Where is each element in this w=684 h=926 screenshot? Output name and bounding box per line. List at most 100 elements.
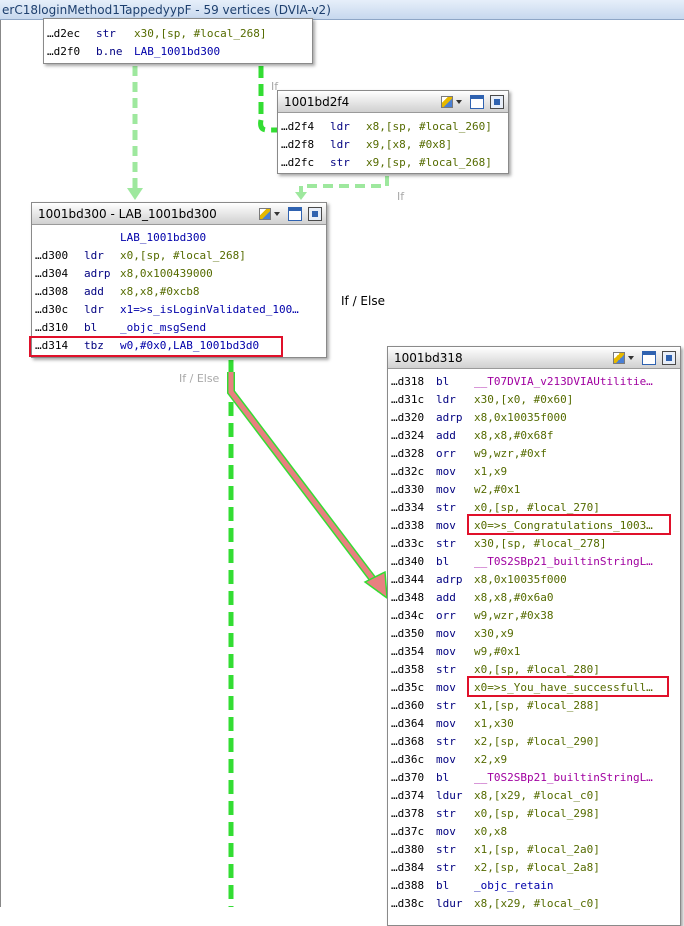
asm-mnemonic: mov [436,465,456,478]
block-header: 1001bd2f4 [278,91,508,113]
window-title: erC18loginMethod1TappedyypF - 59 vertice… [2,3,331,17]
asm-row[interactable]: …d368 str x2,[sp, #local_290] [388,733,680,751]
asm-address: …d30c [35,303,69,316]
asm-address: …d388 [391,879,425,892]
asm-operands: x8,[sp, #local_260] [366,120,492,133]
asm-row[interactable]: …d324 add x8,x8,#0x68f [388,427,680,445]
asm-mnemonic: ldur [436,897,463,910]
asm-operands: x2,x9 [474,753,508,766]
block-title: 1001bd2f4 [284,95,350,109]
edge-label-if-else-2: If / Else [179,372,220,385]
asm-mnemonic: adrp [436,573,463,586]
asm-row[interactable]: …d2f4 ldr x8,[sp, #local_260] [278,118,508,136]
edit-block-icon[interactable] [440,95,464,109]
asm-row[interactable]: …d344 adrp x8,0x10035f000 [388,571,680,589]
asm-operands: x30,[sp, #local_268] [134,27,267,40]
asm-mnemonic: str [330,156,350,169]
edge-b2f4-to-b300-arrow [295,192,307,200]
asm-row[interactable]: …d340 bl __T0S2SBp21_builtinStringL… [388,553,680,571]
asm-row[interactable]: …d32c mov x1,x9 [388,463,680,481]
asm-address: …d348 [391,591,425,604]
asm-address: …d364 [391,717,425,730]
code-block-1001bd318[interactable]: 1001bd318 …d318 bl __T07DVIA_v213DVIAUtili… [387,346,681,926]
asm-row[interactable]: …d2f8 ldr x9,[x8, #0x8] [278,136,508,154]
asm-mnemonic: add [84,285,104,298]
asm-row[interactable]: …d310 bl _objc_msgSend [32,319,326,337]
asm-mnemonic: bl [436,375,450,388]
asm-row[interactable]: …d384 str x2,[sp, #local_2a8] [388,859,680,877]
asm-address: …d2ec [47,27,81,40]
asm-row[interactable]: …d378 str x0,[sp, #local_298] [388,805,680,823]
asm-address: …d33c [391,537,425,550]
asm-row[interactable]: …d380 str x1,[sp, #local_2a0] [388,841,680,859]
asm-address: …d370 [391,771,425,784]
asm-row[interactable]: …d318 bl __T07DVIA_v213DVIAUtilitie… [388,373,680,391]
asm-operands: _objc_retain [474,879,554,892]
asm-mnemonic: ldur [436,789,463,802]
asm-row[interactable]: …d350 mov x30,x9 [388,625,680,643]
asm-mnemonic: mov [436,717,456,730]
asm-mnemonic: orr [436,447,456,460]
asm-operands: x1,x9 [474,465,508,478]
asm-mnemonic: str [436,537,456,550]
asm-row[interactable]: …d388 bl _objc_retain [388,877,680,895]
asm-address: …d34c [391,609,425,622]
code-block-top[interactable]: …d2ec str x30,[sp, #local_268] …d2f0 b.n… [43,18,313,64]
asm-address: …d328 [391,447,425,460]
asm-row[interactable]: …d38c ldur x8,[x29, #local_c0] [388,895,680,913]
asm-row[interactable]: …d320 adrp x8,0x10035f000 [388,409,680,427]
asm-row[interactable]: …d304 adrp x8,0x100439000 [32,265,326,283]
asm-row[interactable]: …d2fc str x9,[sp, #local_268] [278,154,508,172]
asm-address: …d340 [391,555,425,568]
edit-block-icon[interactable] [612,351,636,365]
asm-address: …d380 [391,843,425,856]
window-icon[interactable] [288,207,302,221]
asm-address: …d358 [391,663,425,676]
asm-row[interactable]: …d348 add x8,x8,#0x6a0 [388,589,680,607]
asm-operands: x9,[sp, #local_268] [366,156,492,169]
asm-row[interactable]: …d360 str x1,[sp, #local_288] [388,697,680,715]
function-graph-canvas[interactable]: If If If / Else If / Else …d2ec str x30,… [0,18,684,926]
asm-operands: __T0S2SBp21_builtinStringL… [474,771,653,784]
asm-row[interactable]: …d374 ldur x8,[x29, #local_c0] [388,787,680,805]
asm-row[interactable]: …d328 orr w9,wzr,#0xf [388,445,680,463]
asm-row[interactable]: …d31c ldr x30,[x0, #0x60] [388,391,680,409]
asm-row[interactable]: …d36c mov x2,x9 [388,751,680,769]
asm-operands: x8,x8,#0xcb8 [120,285,200,298]
asm-address: …d2fc [281,156,315,169]
asm-row[interactable]: …d300 ldr x0,[sp, #local_268] [32,247,326,265]
code-block-1001bd300[interactable]: 1001bd300 - LAB_1001bd300 LAB_1001bd300 … [31,202,327,358]
asm-row[interactable]: …d308 add x8,x8,#0xcb8 [32,283,326,301]
asm-row[interactable]: …d364 mov x1,x30 [388,715,680,733]
edit-block-icon[interactable] [258,207,282,221]
asm-row[interactable]: …d30c ldr x1=>s_isLoginValidated_100… [32,301,326,319]
asm-operands: __T0S2SBp21_builtinStringL… [474,555,653,568]
block-header: 1001bd318 [388,347,680,369]
asm-label-row[interactable]: LAB_1001bd300 [32,229,326,247]
asm-operands: x9,[x8, #0x8] [366,138,453,151]
asm-row[interactable]: …d34c orr w9,wzr,#0x38 [388,607,680,625]
zoom-to-block-icon[interactable] [662,351,676,365]
zoom-to-block-icon[interactable] [308,207,322,221]
block-title: 1001bd300 - LAB_1001bd300 [38,207,217,221]
asm-mnemonic: mov [436,645,456,658]
asm-row[interactable]: …d33c str x30,[sp, #local_278] [388,535,680,553]
asm-mnemonic: ldr [330,138,350,151]
asm-row[interactable]: …d2f0 b.ne LAB_1001bd300 [44,43,312,61]
asm-mnemonic: adrp [84,267,111,280]
asm-row[interactable]: …d354 mov w9,#0x1 [388,643,680,661]
code-block-1001bd2f4[interactable]: 1001bd2f4 …d2f4 ldr x8,[sp, #local_260] … [277,90,509,174]
asm-row[interactable]: …d370 bl __T0S2SBp21_builtinStringL… [388,769,680,787]
asm-operands: x2,[sp, #local_290] [474,735,600,748]
asm-address: …d318 [391,375,425,388]
asm-address: …d334 [391,501,425,514]
asm-mnemonic: str [436,807,456,820]
zoom-to-block-icon[interactable] [490,95,504,109]
window-icon[interactable] [642,351,656,365]
asm-row[interactable]: …d37c mov x0,x8 [388,823,680,841]
asm-row[interactable]: …d330 mov w2,#0x1 [388,481,680,499]
asm-mnemonic: str [436,843,456,856]
asm-operands: __T07DVIA_v213DVIAUtilitie… [474,375,653,388]
asm-row[interactable]: …d2ec str x30,[sp, #local_268] [44,25,312,43]
window-icon[interactable] [470,95,484,109]
